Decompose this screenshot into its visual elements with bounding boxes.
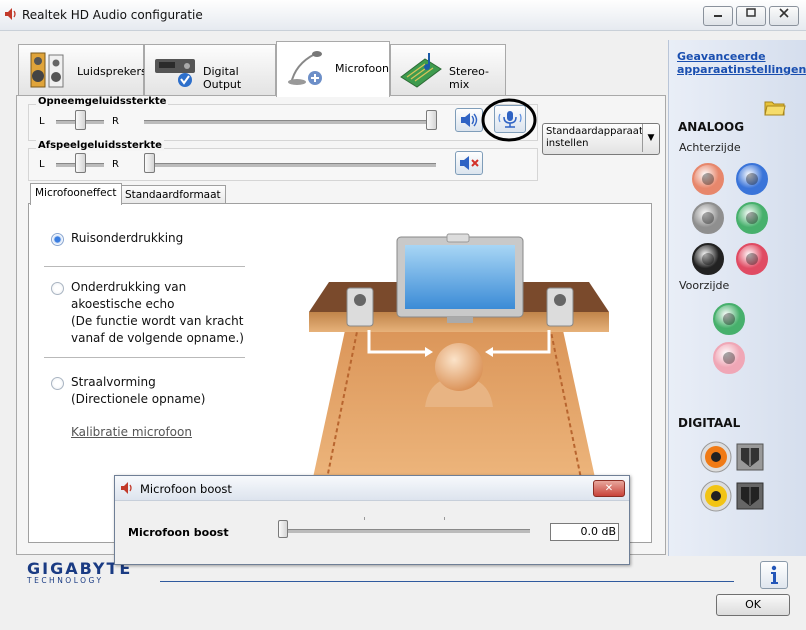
beamforming-line-1: Straalvorming (71, 375, 156, 389)
back-jack-2[interactable] (736, 163, 768, 195)
tab-digital-output[interactable]: Digital Output (144, 44, 276, 95)
ok-button[interactable]: OK (716, 594, 790, 616)
connector-panel (668, 40, 806, 556)
playback-left-label: L (39, 159, 45, 170)
divider (44, 357, 245, 358)
back-jack-6[interactable] (736, 243, 768, 275)
close-icon (779, 8, 789, 18)
default-device-line2: instellen (546, 138, 589, 149)
info-button[interactable] (760, 561, 788, 589)
calibrate-microphone-link[interactable]: Kalibratie microfoon (71, 425, 192, 439)
optical-output-2-icon[interactable] (736, 482, 764, 510)
playback-balance-slider[interactable] (75, 153, 86, 173)
advanced-device-settings-link[interactable]: Geavanceerde apparaatinstellingen (677, 50, 806, 76)
boost-value-field[interactable]: 0.0 dB (550, 523, 619, 541)
echo-line-4: vanaf de volgende opname.) (71, 331, 244, 345)
tab-microphone[interactable]: Microfoon (276, 41, 390, 97)
playback-volume-track (144, 163, 436, 167)
tab-speakers-label: Luidsprekers (77, 65, 147, 78)
tab-microphone-label: Microfoon (335, 62, 389, 75)
boost-slider[interactable] (278, 520, 288, 538)
minimize-button[interactable] (703, 6, 733, 26)
speaker-app-icon (4, 7, 18, 24)
divider (44, 266, 245, 267)
close-window-button[interactable] (769, 6, 799, 26)
back-panel-label: Achterzijde (679, 141, 741, 154)
default-device-line1: Standaardapparaat (546, 126, 643, 137)
boost-close-button[interactable]: ✕ (593, 480, 625, 497)
set-default-device-button[interactable]: Standaardapparaat instellen ▼ (542, 123, 660, 155)
advanced-link-line-1: Geavanceerde (677, 50, 766, 63)
noise-suppression-radio[interactable] (51, 233, 64, 246)
analog-title: ANALOOG (678, 120, 745, 134)
front-jack-1[interactable] (713, 303, 745, 335)
microphone-boost-dialog: Microfoon boost ✕ Microfoon boost 0.0 dB (114, 475, 630, 565)
recording-left-label: L (39, 116, 45, 127)
back-jack-4[interactable] (736, 202, 768, 234)
coaxial-output-2-icon[interactable] (700, 480, 732, 512)
digital-output-icon (155, 59, 195, 87)
speakers-icon (30, 52, 64, 88)
tab-digital-output-label: Digital Output (203, 65, 242, 91)
boost-track (278, 529, 530, 533)
recording-volume-slider[interactable] (426, 110, 437, 130)
advanced-link-line-2: apparaatinstellingen (677, 63, 806, 76)
coaxial-output-icon[interactable] (700, 441, 732, 473)
folder-icon[interactable] (764, 98, 786, 116)
playback-volume-slider[interactable] (144, 153, 155, 173)
playback-volume-label: Afspeelgeluidssterkte (36, 140, 164, 151)
beamforming-radio[interactable] (51, 377, 64, 390)
recording-speaker-button[interactable] (455, 108, 483, 132)
playback-right-label: R (112, 159, 119, 170)
optical-output-icon[interactable] (736, 443, 764, 471)
back-jack-5[interactable] (692, 243, 724, 275)
echo-line-1: Onderdrukking van (71, 280, 187, 294)
speaker-muted-icon (460, 156, 479, 170)
recording-right-label: R (112, 116, 119, 127)
echo-cancellation-radio[interactable] (51, 282, 64, 295)
echo-line-3: (De functie wordt van kracht (71, 314, 244, 328)
minimize-icon (714, 15, 722, 17)
info-icon (771, 565, 778, 584)
tick (444, 517, 445, 520)
tab-default-format[interactable]: Standaardformaat (120, 185, 226, 204)
highlight-circle (481, 98, 537, 142)
echo-cancellation-label[interactable]: Onderdrukking van akoestische echo (De f… (71, 279, 244, 347)
dropdown-arrow-icon[interactable]: ▼ (642, 124, 659, 152)
front-jack-2[interactable] (713, 342, 745, 374)
tab-stereo-mix-label: Stereo-mix (449, 65, 490, 91)
tick (364, 517, 365, 520)
footer-line (160, 581, 734, 582)
window-title: Realtek HD Audio configuratie (22, 8, 203, 22)
microphone-icon (288, 51, 322, 85)
beamforming-line-2: (Directionele opname) (71, 392, 206, 406)
boost-dialog-title: Microfoon boost (140, 482, 232, 496)
maximize-icon (746, 8, 756, 17)
noise-suppression-label[interactable]: Ruisonderdrukking (71, 230, 183, 247)
speaker-app-icon (120, 481, 134, 498)
recording-volume-track (144, 120, 436, 124)
stereo-mix-icon (400, 53, 442, 88)
back-jack-1[interactable] (692, 163, 724, 195)
boost-dialog-title-bar[interactable]: Microfoon boost ✕ (115, 476, 629, 501)
maximize-button[interactable] (736, 6, 766, 26)
playback-mute-button[interactable] (455, 151, 483, 175)
close-icon: ✕ (604, 483, 614, 494)
recording-volume-label: Opneemgeluidssterkte (36, 96, 169, 107)
tab-stereo-mix[interactable]: Stereo-mix (390, 44, 506, 95)
digital-title: DIGITAAL (678, 416, 741, 430)
back-jack-3[interactable] (692, 202, 724, 234)
title-bar[interactable]: Realtek HD Audio configuratie (0, 0, 806, 31)
beamforming-label[interactable]: Straalvorming (Directionele opname) (71, 374, 205, 408)
recording-balance-slider[interactable] (75, 110, 86, 130)
front-panel-label: Voorzijde (679, 279, 730, 292)
tab-speakers[interactable]: Luidsprekers (18, 44, 147, 95)
echo-line-2: akoestische echo (71, 297, 175, 311)
boost-label: Microfoon boost (128, 526, 229, 539)
tab-microphone-effect[interactable]: Microfooneffect (30, 183, 122, 205)
speaker-volume-icon (461, 113, 478, 127)
